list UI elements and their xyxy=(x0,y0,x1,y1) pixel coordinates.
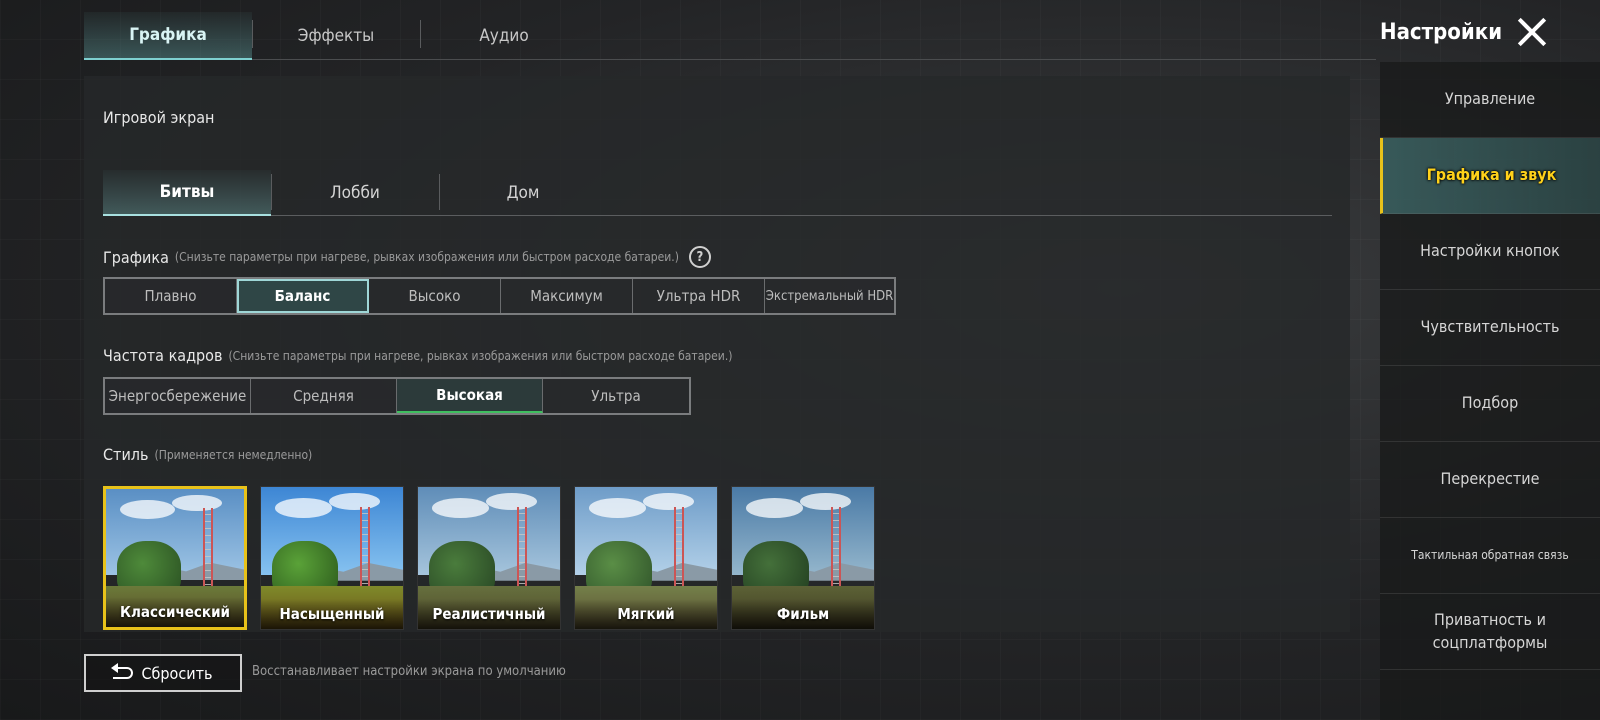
sub-tab-home[interactable]: Дом xyxy=(439,170,607,216)
fps-option-ultra[interactable]: Ультра xyxy=(543,379,689,413)
graphics-option-balance[interactable]: Баланс xyxy=(237,279,369,313)
tab-graphics[interactable]: Графика xyxy=(84,12,252,60)
sidebar-item-label: Приватность и соцплатформы xyxy=(1432,610,1548,652)
reset-description: Восстанавливает настройки экрана по умол… xyxy=(252,664,566,679)
sub-tab-lobby[interactable]: Лобби xyxy=(271,170,439,216)
tab-audio[interactable]: Аудио xyxy=(420,12,588,60)
sidebar-item-privacy[interactable]: Приватность и соцплатформы xyxy=(1380,594,1600,670)
sidebar-item-label: Подбор xyxy=(1461,393,1519,413)
sidebar-item-crosshair[interactable]: Перекрестие xyxy=(1380,442,1600,518)
section-title: Игровой экран xyxy=(103,108,215,127)
style-card-classic[interactable]: Классический xyxy=(103,486,247,630)
settings-sidebar: Управление Графика и звук Настройки кноп… xyxy=(1380,62,1600,720)
graphics-label-row: Графика (Снизьте параметры при нагреве, … xyxy=(103,246,711,268)
fps-option-power-saving[interactable]: Энергосбережение xyxy=(105,379,251,413)
tab-effects[interactable]: Эффекты xyxy=(252,12,420,60)
graphics-hint: (Снизьте параметры при нагреве, рывках и… xyxy=(174,250,679,264)
style-card-label: Реалистичный xyxy=(418,599,560,629)
close-icon[interactable] xyxy=(1514,14,1550,50)
sidebar-item-label: Тактильная обратная связь xyxy=(1411,548,1569,563)
top-tab-bar: Графика Эффекты Аудио xyxy=(84,12,1376,60)
style-card-label: Фильм xyxy=(732,599,874,629)
fps-option-high[interactable]: Высокая xyxy=(397,379,543,413)
window-title-bar: Настройки xyxy=(1380,12,1550,52)
frame-rate-selector: Энергосбережение Средняя Высокая Ультра xyxy=(103,377,691,415)
graphics-option-extreme-hdr[interactable]: Экстремальный HDR xyxy=(765,279,894,313)
sidebar-item-label: Графика и звук xyxy=(1426,165,1557,185)
style-card-label: Насыщенный xyxy=(261,599,403,629)
style-card-soft[interactable]: Мягкий xyxy=(574,486,718,630)
sidebar-item-label: Перекрестие xyxy=(1440,469,1540,489)
sidebar-item-haptic-feedback[interactable]: Тактильная обратная связь xyxy=(1380,518,1600,594)
page-title: Настройки xyxy=(1380,19,1503,45)
style-card-label: Мягкий xyxy=(575,599,717,629)
style-card-realistic[interactable]: Реалистичный xyxy=(417,486,561,630)
sidebar-item-graphics-sound[interactable]: Графика и звук xyxy=(1380,138,1600,214)
style-card-saturated[interactable]: Насыщенный xyxy=(260,486,404,630)
style-options: Классический Насыщенный Реалистичный Мяг… xyxy=(103,486,875,630)
graphics-quality-selector: Плавно Баланс Высоко Максимум Ультра HDR… xyxy=(103,277,896,315)
screen-sub-tabs: Битвы Лобби Дом xyxy=(103,170,1332,216)
style-card-label: Классический xyxy=(106,597,244,627)
fps-option-medium[interactable]: Средняя xyxy=(251,379,397,413)
reset-icon xyxy=(111,663,134,679)
sidebar-item-matchmaking[interactable]: Подбор xyxy=(1380,366,1600,442)
style-label: Стиль xyxy=(103,445,149,464)
graphics-option-smooth[interactable]: Плавно xyxy=(105,279,237,313)
style-card-film[interactable]: Фильм xyxy=(731,486,875,630)
frame-rate-hint: (Снизьте параметры при нагреве, рывках и… xyxy=(228,348,733,363)
frame-rate-label: Частота кадров xyxy=(103,346,223,365)
sidebar-item-sensitivity[interactable]: Чувствительность xyxy=(1380,290,1600,366)
graphics-option-high[interactable]: Высоко xyxy=(369,279,501,313)
style-label-row: Стиль (Применяется немедленно) xyxy=(103,445,312,464)
sidebar-item-label: Настройки кнопок xyxy=(1420,241,1560,261)
style-hint: (Применяется немедленно) xyxy=(154,447,313,462)
sidebar-item-label: Управление xyxy=(1444,89,1536,109)
sub-tab-battles[interactable]: Битвы xyxy=(103,170,271,216)
sidebar-item-label: Чувствительность xyxy=(1420,317,1560,337)
reset-button[interactable]: Сбросить xyxy=(84,654,242,692)
sidebar-item-button-settings[interactable]: Настройки кнопок xyxy=(1380,214,1600,290)
graphics-option-ultra-hdr[interactable]: Ультра HDR xyxy=(633,279,765,313)
frame-rate-label-row: Частота кадров (Снизьте параметры при на… xyxy=(103,346,732,365)
graphics-option-max[interactable]: Максимум xyxy=(501,279,633,313)
help-icon[interactable]: ? xyxy=(688,246,711,268)
settings-panel: Игровой экран Битвы Лобби Дом Графика (С… xyxy=(84,76,1350,632)
reset-button-label: Сбросить xyxy=(141,663,213,683)
graphics-label: Графика xyxy=(103,247,169,267)
sidebar-item-controls[interactable]: Управление xyxy=(1380,62,1600,138)
